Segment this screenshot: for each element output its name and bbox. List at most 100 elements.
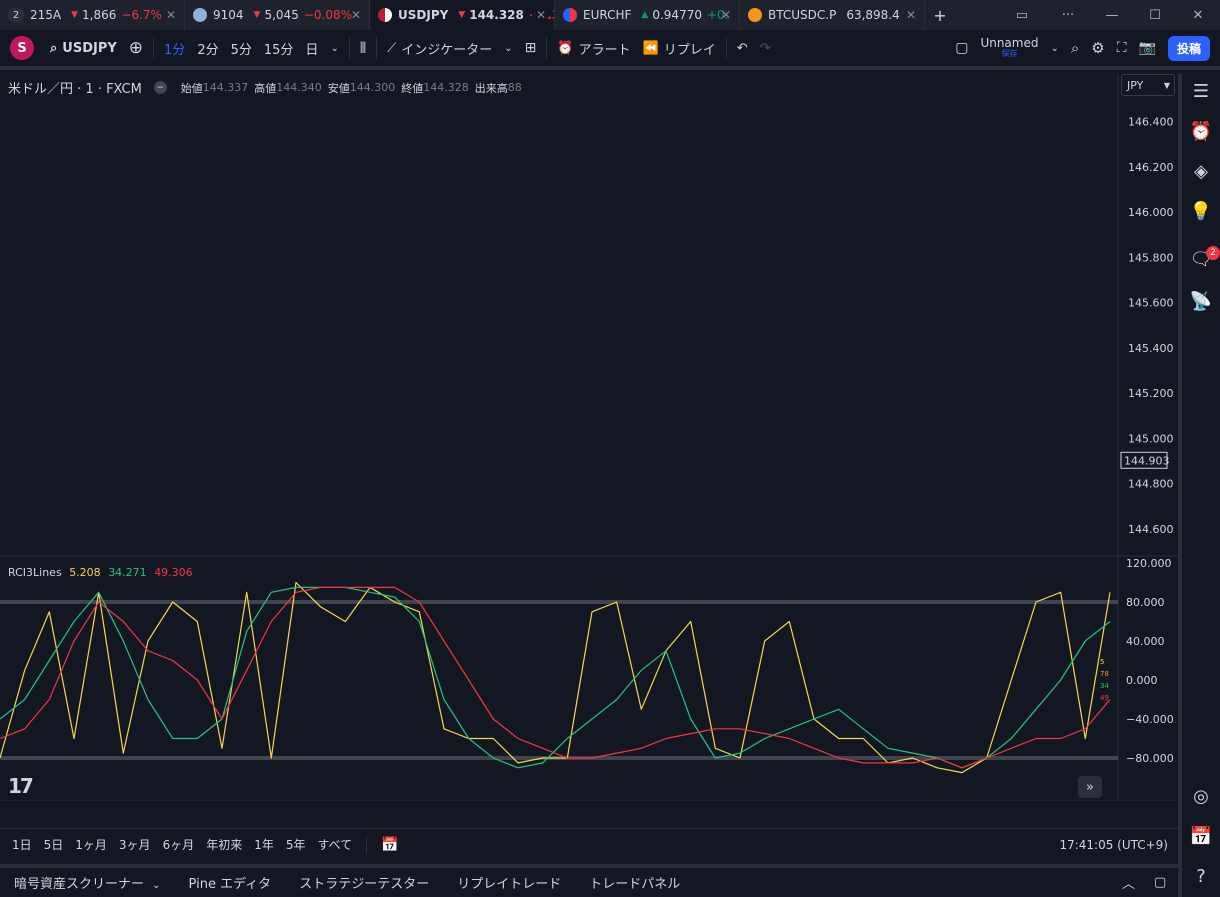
tab-replay-trade[interactable]: リプレイトレード (443, 873, 575, 892)
quick-search-icon[interactable]: ⌕ (1065, 30, 1085, 66)
alert-button[interactable]: ⏰ アラート (551, 30, 636, 66)
tab-215a[interactable]: 2 215A ▼ 1,866 −6.7% ✕ (0, 0, 185, 30)
rci-tick-label: −80.000 (1126, 752, 1174, 765)
tab-9104[interactable]: 9104 ▼ 5,045 −0.08% ✕ (185, 0, 370, 30)
rci-tick-label: −40.000 (1126, 713, 1174, 726)
close-icon[interactable]: ✕ (347, 8, 361, 22)
chevron-down-icon[interactable]: ⌄ (324, 30, 344, 66)
indicators-button[interactable]: ⟋ インジケーター ⌄ (381, 30, 519, 66)
collapse-icon[interactable]: − (153, 81, 167, 94)
clock[interactable]: 17:41:05 (UTC+9) (1059, 838, 1168, 852)
watchlist-icon[interactable]: ☰ (1182, 74, 1220, 108)
tab-strategy-tester[interactable]: ストラテジーテスター (285, 873, 443, 892)
rci-short-value: 5.208 (69, 566, 101, 579)
tab-usdjpy[interactable]: USDJPY ▼ 144.328 −1.3 ✕ (370, 0, 555, 30)
tab-symbol: BTCUSDC.P (768, 8, 837, 22)
post-button[interactable]: 投稿 (1167, 35, 1210, 61)
divider (546, 37, 548, 59)
tab-symbol: 215A (30, 8, 62, 22)
redo-icon[interactable]: ↷ (754, 30, 777, 66)
fullscreen-icon[interactable]: ⛶ (1111, 30, 1133, 66)
tab-btcusdc[interactable]: BTCUSDC.P 63,898.4 ✕ (740, 0, 925, 30)
undo-icon[interactable]: ↶ (731, 30, 754, 66)
rci-side-label: 5 (1100, 658, 1104, 666)
layout-square-icon[interactable]: ▢ (949, 30, 974, 66)
currency-select[interactable]: JPY ▼ (1121, 74, 1175, 96)
avatar[interactable]: S (10, 36, 34, 60)
chevron-down-icon: ⌄ (504, 42, 513, 54)
compare-plus-icon[interactable]: ⊕ (123, 30, 149, 66)
camera-icon[interactable]: 📷 (1133, 30, 1162, 66)
range-6m[interactable]: 6ヶ月 (157, 836, 201, 853)
divider (366, 835, 368, 854)
price-tick-label: 145.600 (1128, 297, 1174, 310)
more-icon[interactable]: ··· (1048, 0, 1088, 30)
range-1y[interactable]: 1年 (248, 836, 280, 853)
settings-gear-icon[interactable]: ⚙ (1085, 30, 1110, 66)
price-tick-label: 146.000 (1128, 206, 1174, 219)
tab-crypto-screener[interactable]: 暗号資産スクリーナー ⌄ (0, 873, 175, 892)
range-1m[interactable]: 1ヶ月 (69, 836, 113, 853)
calendar-icon[interactable]: 📅 (1182, 819, 1220, 853)
price-chart-svg[interactable]: 146.400 146.200 146.000 145.800 145.600 145.4… (0, 74, 1178, 801)
timeframe-day[interactable]: 日 (299, 30, 324, 66)
tab-price: 5,045 (264, 8, 299, 22)
templates-grid-icon[interactable]: ⊞ (519, 30, 543, 66)
rci-tick-label: 40.000 (1126, 635, 1165, 648)
notification-badge: 2 (1206, 246, 1220, 260)
alarm-clock-icon: ⏰ (557, 40, 574, 56)
range-ytd[interactable]: 年初来 (200, 836, 248, 853)
search-icon: ⌕ (50, 40, 58, 56)
range-bar: 1日 5日 1ヶ月 3ヶ月 6ヶ月 年初来 1年 5年 すべて 📅 17:41:… (0, 828, 1178, 860)
tab-eurchf[interactable]: EURCHF ▲ 0.94770 +0. ✕ (555, 0, 740, 30)
range-5d[interactable]: 5日 (38, 836, 70, 853)
broadcast-icon[interactable]: 📡 (1182, 284, 1220, 318)
window-close-icon[interactable]: ✕ (1178, 0, 1218, 30)
tab-trade-panel[interactable]: トレードパネル (575, 873, 694, 892)
timeframe-2m[interactable]: 2分 (191, 30, 224, 66)
close-icon[interactable]: ✕ (717, 8, 731, 22)
chat-icon[interactable]: 🗨 2 (1182, 242, 1220, 276)
alarm-clock-icon[interactable]: ⏰ (1182, 114, 1220, 148)
lightbulb-icon[interactable]: 💡 (1182, 194, 1220, 228)
layout-name-button[interactable]: Unnamed 保存 (974, 30, 1044, 66)
help-icon[interactable]: ? (1182, 859, 1220, 893)
candlestick-icon[interactable]: ⫴ (354, 30, 372, 66)
tab-price: 0.94770 (652, 8, 702, 22)
chart-toolbar: S ⌕ USDJPY ⊕ 1分 2分 5分 15分 日 ⌄ ⫴ ⟋ インジケータ… (0, 30, 1220, 70)
layers-icon[interactable]: ◈ (1182, 154, 1220, 188)
price-tick-label: 146.400 (1128, 116, 1174, 129)
tradingview-logo[interactable]: 17 (8, 774, 34, 798)
timeframe-1m[interactable]: 1分 (158, 30, 191, 66)
signal-icon[interactable]: ◎ (1182, 779, 1220, 813)
range-1d[interactable]: 1日 (6, 836, 38, 853)
chevron-down-icon[interactable]: ⌄ (1044, 30, 1064, 66)
timeframe-5m[interactable]: 5分 (225, 30, 258, 66)
layout-icon[interactable]: ▭ (1002, 0, 1042, 30)
divider (725, 37, 727, 59)
symbol-label: USDJPY (62, 40, 117, 56)
range-3m[interactable]: 3ヶ月 (113, 836, 157, 853)
timeframe-15m[interactable]: 15分 (258, 30, 300, 66)
scroll-to-realtime-icon[interactable]: » (1078, 776, 1102, 798)
symbol-search[interactable]: ⌕ USDJPY (44, 30, 123, 66)
replay-button[interactable]: ⏪ リプレイ (637, 30, 722, 66)
goto-date-icon[interactable]: 📅 (375, 837, 404, 853)
up-arrow-icon: ▲ (641, 10, 649, 20)
close-icon[interactable]: ✕ (531, 8, 546, 22)
maximize-icon[interactable]: ☐ (1135, 0, 1175, 30)
range-5y[interactable]: 5年 (280, 836, 312, 853)
chart-area[interactable]: 146.400 146.200 146.000 145.800 145.600 145.4… (0, 74, 1178, 801)
right-sidebar: ☰ ⏰ ◈ 💡 🗨 2 📡 ◎ 📅 ? (1178, 74, 1220, 897)
save-label: 保存 (1001, 49, 1018, 59)
range-all[interactable]: すべて (312, 836, 359, 853)
new-tab-button[interactable]: + (925, 0, 955, 30)
chevron-up-icon[interactable]: ︿ (1122, 873, 1135, 892)
minimize-icon[interactable]: — (1092, 0, 1132, 30)
rci-series-line (0, 586, 1111, 769)
tab-pine-editor[interactable]: Pine エディタ (175, 873, 286, 892)
close-icon[interactable]: ✕ (162, 8, 176, 22)
close-icon[interactable]: ✕ (902, 8, 916, 22)
maximize-panel-icon[interactable]: ▢ (1154, 875, 1166, 890)
rci-legend: RCI3Lines 5.208 34.271 49.306 (8, 566, 193, 579)
